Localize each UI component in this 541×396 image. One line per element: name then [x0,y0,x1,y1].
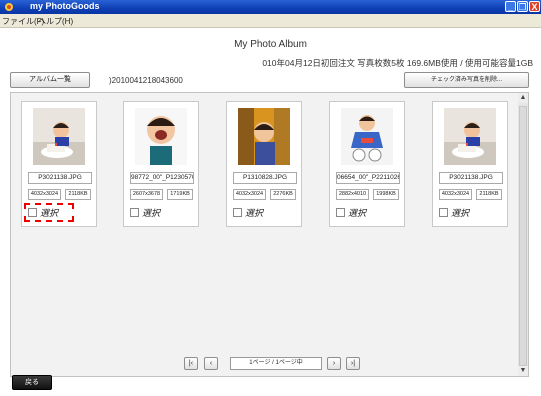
photo-card: P1310828.JPG 4032x3024 2276KB 選択 [226,101,302,227]
vertical-scrollbar[interactable]: ▲ ▼ [518,93,528,376]
scroll-down-arrow-icon[interactable]: ▼ [518,366,528,376]
select-label: 選択 [245,208,264,218]
menu-help[interactable]: ヘルプ(H) [38,16,73,27]
photo-filename: 06654_00"_P2211026.JF [336,172,400,184]
photo-filesize: 2118KB [476,189,502,200]
select-label: 選択 [451,208,470,218]
photo-filename: 98772_00"_P1230570.JP [130,172,194,184]
select-checkbox[interactable]: 選択 [439,206,469,219]
photo-filesize: 1719KB [167,189,193,200]
photo-thumbnail[interactable] [135,108,187,165]
photo-dimensions: 2882x4010 [336,189,369,200]
checkbox-box[interactable] [439,208,448,217]
next-page-button[interactable]: › [327,357,341,370]
first-page-button[interactable]: |‹ [184,357,198,370]
photo-dimensions: 4032x3024 [233,189,266,200]
album-path: )2010041218043600 [109,76,183,85]
menu-bar: ファイル(F) ヘルプ(H) [0,14,541,28]
title-bar: my PhotoGoods _ ❐ X [0,0,541,14]
photo-thumbnail[interactable] [444,108,496,165]
photo-filename: P1310828.JPG [233,172,297,184]
photo-grid: P3021138.JPG 4032x3024 2118KB 選択 98772_0… [10,92,529,377]
order-info: 010年04月12日初回注文 写真枚数5枚 169.6MB使用 / 使用可能容量… [262,58,533,68]
select-checkbox[interactable]: 選択 [233,206,263,219]
photo-filesize: 1998KB [373,189,399,200]
photo-card: P3021138.JPG 4032x3024 2118KB 選択 [432,101,508,227]
photo-thumbnail[interactable] [33,108,85,165]
checkbox-box[interactable] [336,208,345,217]
checkbox-box[interactable] [233,208,242,217]
select-checkbox[interactable]: 選択 [336,206,366,219]
album-title: My Photo Album [234,39,307,50]
window-title: my PhotoGoods [30,1,100,11]
photo-filesize: 2118KB [65,189,91,200]
scroll-up-arrow-icon[interactable]: ▲ [518,93,528,103]
close-button[interactable]: X [529,1,540,12]
photo-dimensions: 4032x3024 [28,189,61,200]
back-button[interactable]: 戻る [12,375,52,390]
photo-card: 06654_00"_P2211026.JF 2882x4010 1998KB 選… [329,101,405,227]
last-page-button[interactable]: ›| [346,357,360,370]
select-checkbox[interactable]: 選択 [130,206,160,219]
photo-thumbnail[interactable] [341,108,393,165]
select-label: 選択 [142,208,161,218]
scroll-thumb[interactable] [519,106,527,366]
photo-dimensions: 2607x3678 [130,189,163,200]
prev-page-button[interactable]: ‹ [204,357,218,370]
minimize-button[interactable]: _ [505,1,516,12]
delete-checked-button[interactable]: チェック済み写真を削除... [404,72,529,88]
photo-card: P3021138.JPG 4032x3024 2118KB 選択 [21,101,97,227]
maximize-button[interactable]: ❐ [517,1,528,12]
photo-filename: P3021138.JPG [439,172,503,184]
highlight-box [24,203,74,222]
main-content: My Photo Album 010年04月12日初回注文 写真枚数5枚 169… [0,28,541,396]
photo-filename: P3021138.JPG [28,172,92,184]
page-indicator: 1ページ / 1ページ中 [230,357,322,370]
album-list-button[interactable]: アルバム一覧 [10,72,90,88]
app-icon [5,3,13,11]
checkbox-box[interactable] [130,208,139,217]
photo-thumbnail[interactable] [238,108,290,165]
select-label: 選択 [348,208,367,218]
photo-filesize: 2276KB [270,189,296,200]
photo-dimensions: 4032x3024 [439,189,472,200]
photo-card: 98772_00"_P1230570.JP 2607x3678 1719KB 選… [123,101,199,227]
